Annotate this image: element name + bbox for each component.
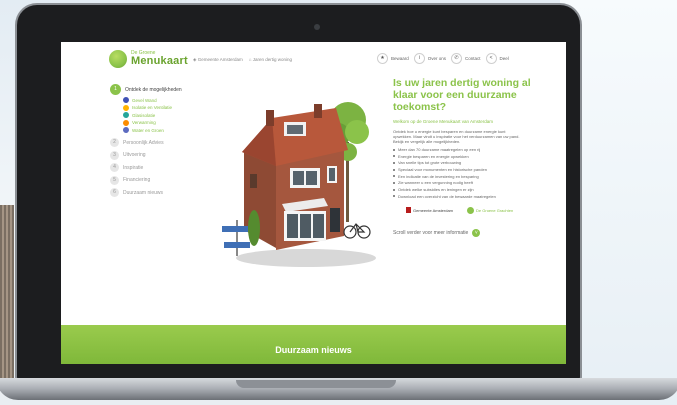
intro-paragraph: Ontdek hoe u energie kunt besparen en du… [393, 129, 520, 144]
phone-icon: ✆ [451, 53, 463, 64]
category-icon [123, 104, 129, 111]
category-icon [123, 97, 129, 104]
side-window [250, 174, 257, 188]
bicycle [343, 223, 371, 239]
header-breadcrumb: ◈ Gemeente Amsterdam ⌂ Jaren dertig woni… [193, 57, 292, 63]
gemeente-logo[interactable]: Gemeente Amsterdam [406, 207, 453, 213]
list-item: Download een overzicht van de bewaarde m… [393, 194, 558, 201]
camera-dot [314, 24, 320, 30]
sub-item-gevel[interactable]: Gevel Wand [123, 97, 210, 105]
scroll-prompt[interactable]: Scroll verder voor meer informatie ˅ [393, 228, 558, 237]
sidebar-item-ontdek[interactable]: 1 Ontdek de mogelijkheden [110, 84, 210, 95]
scroll-text: Scroll verder voor meer informatie [393, 229, 469, 236]
laptop-lid: De Groene Menukaart ◈ Gemeente Amsterdam… [17, 5, 580, 381]
list-item: Zie wanneer u een vergunning nodig heeft [393, 180, 558, 187]
sub-item-glasisolatie[interactable]: Glasisolatie [123, 112, 210, 120]
sidebar-item-inspiratie[interactable]: 4 Inspiratie [110, 162, 210, 173]
news-banner-title: Duurzaam nieuws [275, 345, 352, 355]
sidebar-item-label: Ontdek de mogelijkheden [125, 86, 182, 93]
news-banner[interactable]: Duurzaam nieuws [61, 325, 566, 364]
nav-deel[interactable]: < Deel [485, 53, 509, 64]
house-image [222, 102, 376, 267]
partner-logos: Gemeente Amsterdam De Groene Grachten [406, 206, 558, 214]
intro-content: Is uw jaren dertig woning al klaar voor … [393, 77, 558, 237]
chimney [266, 110, 274, 126]
list-item: Van snelle tips tot grote verbouwing [393, 160, 558, 167]
list-item: Ontdek welke subsidies en leningen er zi… [393, 187, 558, 194]
logo-icon [109, 50, 127, 68]
chevron-down-icon[interactable]: ˅ [472, 228, 481, 237]
list-item: Energie besparen en energie opwekken [393, 154, 558, 161]
sidebar-item-uitvoering[interactable]: 3 Uitvoering [110, 150, 210, 161]
chimney [314, 104, 322, 118]
nav-over-ons[interactable]: i Over ons [413, 53, 446, 64]
sidebar-sub-list: Gevel Wand Isolatie en Ventilatie Glasis… [123, 97, 210, 135]
nav-contact[interactable]: ✆ Contact [451, 53, 481, 64]
sub-item-water[interactable]: Water en Groen [123, 127, 210, 135]
sub-item-isolatie[interactable]: Isolatie en Ventilatie [123, 104, 210, 112]
category-icon [123, 127, 129, 134]
background-building [0, 205, 14, 385]
step-number: 3 [110, 150, 119, 160]
sub-item-verwarming[interactable]: Verwarming [123, 119, 210, 127]
list-item: Meer dan 70 duurzame maatregelen op een … [393, 147, 558, 154]
front-door [330, 208, 340, 232]
category-icon [123, 112, 129, 119]
star-icon: ★ [377, 53, 388, 64]
sidebar-item-financiering[interactable]: 5 Financiering [110, 175, 210, 186]
logo-title: Menukaart [131, 55, 188, 67]
site-logo[interactable]: De Groene Menukaart [109, 50, 188, 68]
feature-list: Meer dan 70 duurzame maatregelen op een … [393, 147, 558, 201]
laptop-notch [236, 380, 396, 388]
website-screen: De Groene Menukaart ◈ Gemeente Amsterdam… [61, 42, 566, 364]
category-icon [123, 119, 129, 126]
sidebar-item-nieuws[interactable]: 6 Duurzaam nieuws [110, 187, 210, 198]
location-link[interactable]: ◈ Gemeente Amsterdam [193, 57, 243, 63]
list-item: Speciaal voor monumenten en historische … [393, 167, 558, 174]
sidebar: 1 Ontdek de mogelijkheden Gevel Wand Iso… [110, 84, 210, 200]
header-nav: ★ Bewaard i Over ons ✆ Contact < Deel [377, 53, 509, 64]
leaf-icon [467, 206, 475, 214]
ivy [248, 210, 260, 246]
house-type-link[interactable]: ⌂ Jaren dertig woning [249, 57, 292, 63]
share-icon: < [485, 53, 497, 64]
step-number: 5 [110, 175, 119, 185]
nav-bewaard[interactable]: ★ Bewaard [377, 53, 409, 64]
welcome-text: Welkom op de Groene Menukaart van Amster… [393, 119, 493, 124]
page-headline: Is uw jaren dertig woning al klaar voor … [393, 77, 531, 113]
step-number: 2 [110, 138, 119, 147]
groene-grachten-logo[interactable]: De Groene Grachten [467, 206, 513, 214]
amsterdam-icon [406, 207, 411, 213]
list-item: Een indicatie van de investering en besp… [393, 174, 558, 181]
step-number: 4 [110, 163, 119, 172]
ground-shadow [236, 249, 376, 267]
step-number: 6 [110, 188, 119, 197]
sidebar-item-advies[interactable]: 2 Persoonlijk Advies [110, 137, 210, 148]
step-number: 1 [110, 84, 121, 95]
house-illustration[interactable] [214, 80, 384, 280]
info-icon: i [413, 53, 425, 64]
